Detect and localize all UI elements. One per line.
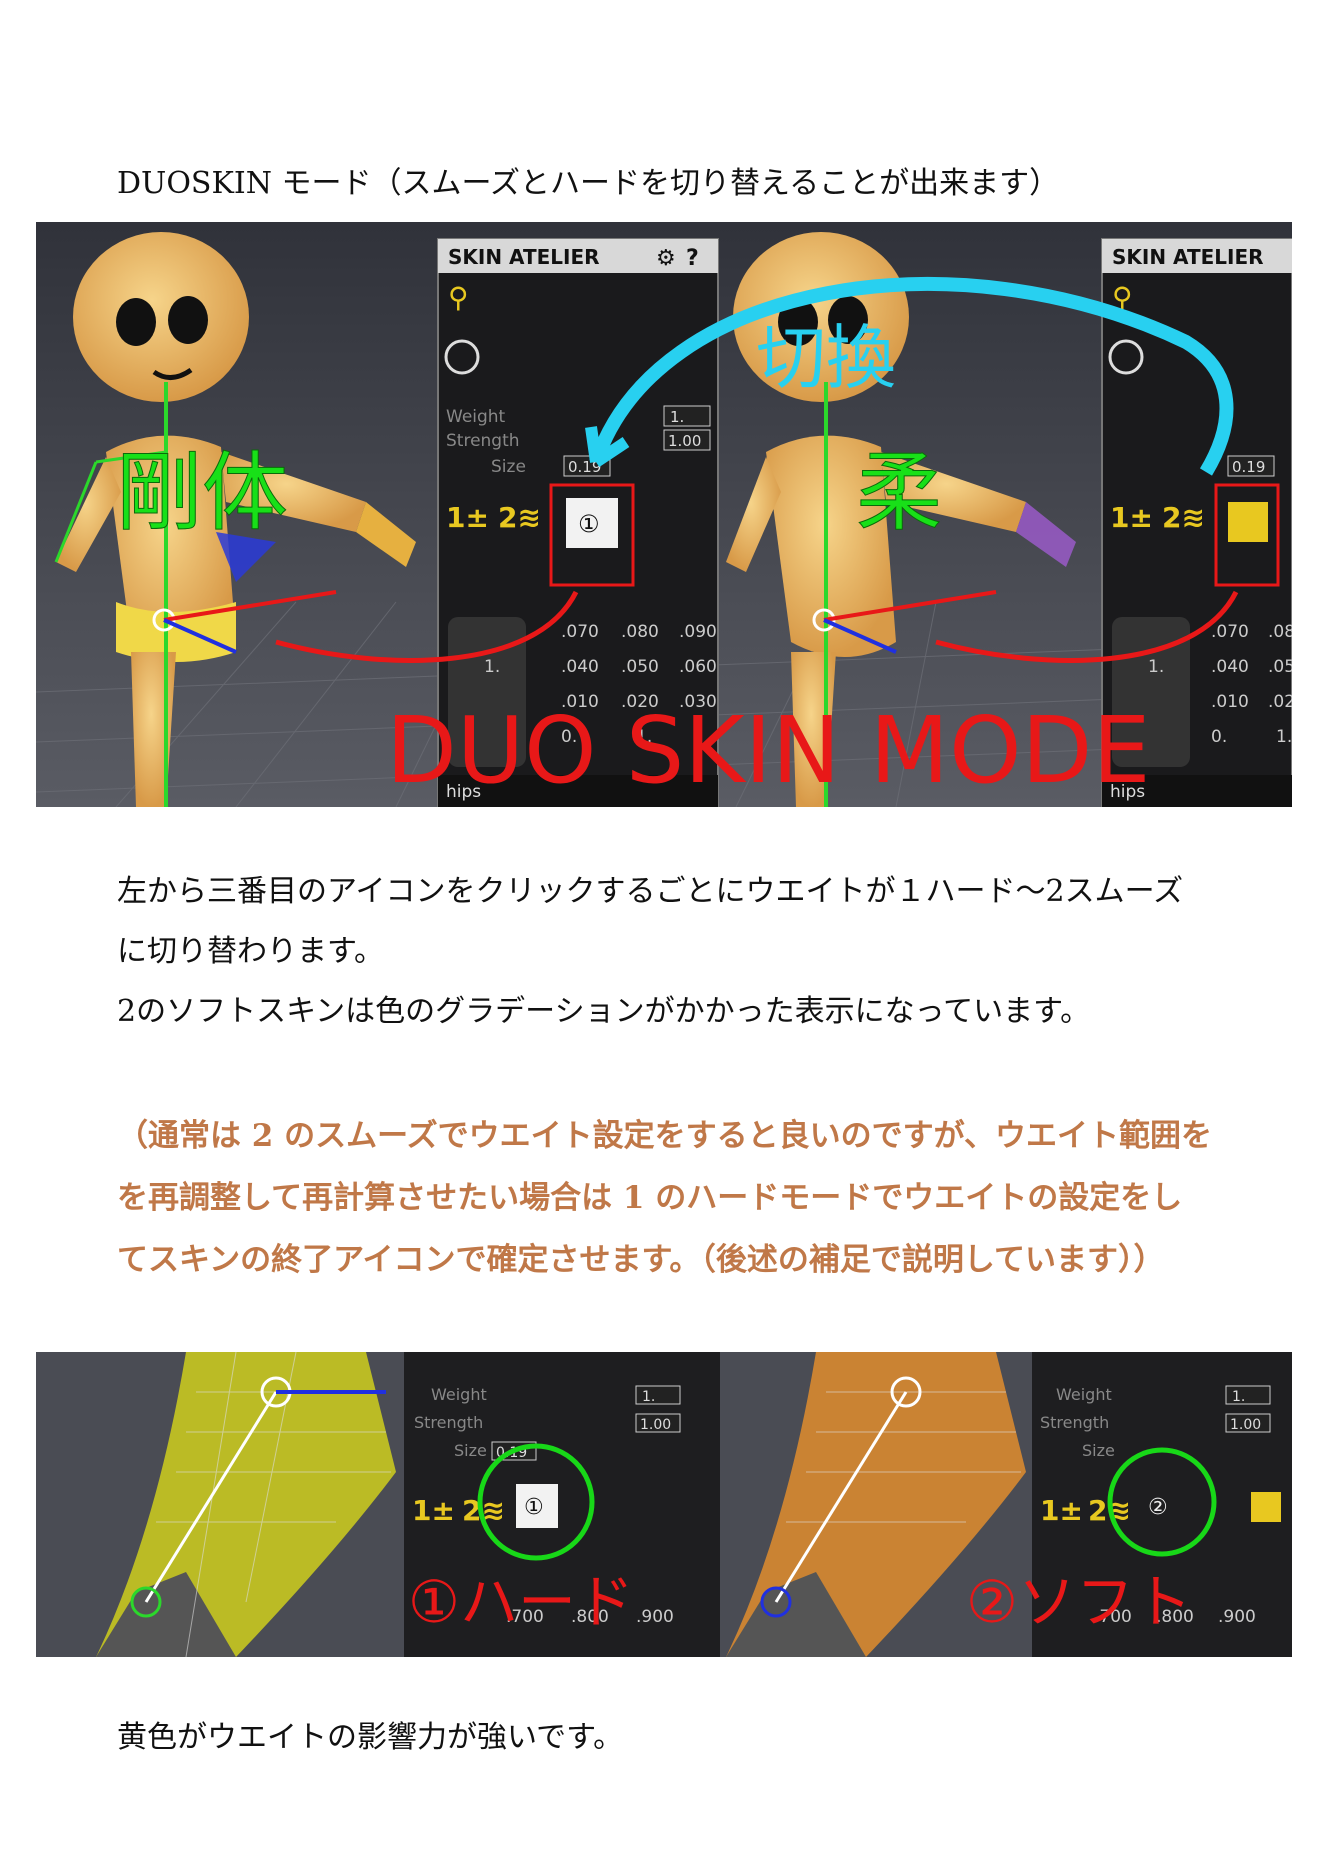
- svg-text:1.00: 1.00: [640, 1417, 671, 1433]
- body-paragraph: 左から三番目のアイコンをクリックするごとにウエイトが１ハード～2スムーズ に切り…: [117, 862, 1183, 1042]
- label-soft: ②ソフト: [966, 1568, 1192, 1636]
- duoskin-screenshot: 剛体 SKIN ATELIER ⚙ ? ⚲ Weight Strength Si…: [36, 222, 1292, 807]
- svg-text:.900: .900: [636, 1607, 674, 1627]
- body-line: 2のソフトスキンは色のグラデーションがかかった表示になっています。: [117, 994, 1091, 1029]
- svg-text:Size: Size: [1082, 1441, 1115, 1460]
- svg-text:1±: 1±: [1110, 501, 1153, 534]
- svg-text:Weight: Weight: [431, 1385, 487, 1404]
- svg-text:1±: 1±: [1040, 1494, 1083, 1527]
- svg-text:1±: 1±: [412, 1494, 455, 1527]
- svg-text:.010: .010: [1211, 692, 1249, 712]
- annotation-mode: DUO SKIN MODE: [386, 697, 1151, 804]
- svg-text:0.: 0.: [1211, 727, 1227, 747]
- svg-text:.070: .070: [1211, 622, 1249, 642]
- svg-text:.070: .070: [561, 622, 599, 642]
- svg-text:1.: 1.: [1276, 727, 1292, 747]
- gear-icon: ⚙: [656, 246, 676, 271]
- svg-text:.060: .060: [679, 657, 717, 677]
- svg-text:.090: .090: [679, 622, 717, 642]
- svg-text:0.19: 0.19: [1232, 458, 1265, 476]
- note-line: てスキンの終了アイコンで確定させます。（後述の補足で説明しています））: [117, 1242, 1165, 1278]
- svg-text:2≋: 2≋: [1162, 501, 1205, 534]
- svg-text:Weight: Weight: [1056, 1385, 1112, 1404]
- svg-text:.040: .040: [561, 657, 599, 677]
- body-line: に切り替わります。: [117, 934, 384, 969]
- svg-text:1.: 1.: [1148, 657, 1164, 677]
- note-paragraph: （通常は 2 のスムーズでウエイト設定をすると良いのですが、ウエイト範囲を を再…: [117, 1105, 1212, 1291]
- svg-text:②: ②: [1148, 1495, 1168, 1520]
- svg-text:SKIN ATELIER: SKIN ATELIER: [1112, 245, 1264, 269]
- svg-text:.05: .05: [1268, 657, 1292, 677]
- svg-text:①: ①: [578, 510, 600, 538]
- strength-label: Strength: [446, 431, 520, 451]
- annotation-switch: 切換: [756, 317, 896, 399]
- svg-text:.080: .080: [621, 622, 659, 642]
- svg-text:1.: 1.: [1232, 1389, 1245, 1405]
- brush-icon: ⚲: [448, 281, 469, 314]
- label-hard: ①ハード: [408, 1568, 634, 1636]
- hard-mode-icon: 1±: [446, 501, 489, 534]
- hard-soft-comparison-screenshot: Weight Strength Size 1. 1.00 0.19 1± 2≋ …: [36, 1352, 1292, 1657]
- svg-text:.02: .02: [1268, 692, 1292, 712]
- svg-text:Strength: Strength: [1040, 1413, 1109, 1432]
- panel-title: SKIN ATELIER: [448, 245, 600, 269]
- svg-text:.040: .040: [1211, 657, 1249, 677]
- svg-text:Size: Size: [454, 1441, 487, 1460]
- annotation-soft: 柔: [856, 443, 942, 543]
- svg-text:①: ①: [524, 1495, 544, 1520]
- note-line: を再調整して再計算させたい場合は 1 のハードモードでウエイトの設定をし: [117, 1180, 1183, 1216]
- svg-text:1.: 1.: [642, 1389, 655, 1405]
- svg-text:.050: .050: [621, 657, 659, 677]
- caption: 黄色がウエイトの影響力が強いです。: [117, 1720, 624, 1755]
- page-heading: DUOSKIN モード（スムーズとハードを切り替えることが出来ます）: [117, 166, 1060, 201]
- svg-text:.900: .900: [1218, 1607, 1256, 1627]
- weight-value: 1.: [670, 408, 684, 426]
- svg-text:Strength: Strength: [414, 1413, 483, 1432]
- svg-text:1.: 1.: [484, 657, 500, 677]
- note-line: （通常は 2 のスムーズでウエイト設定をすると良いのですが、ウエイト範囲を: [117, 1118, 1212, 1154]
- annotation-rigid: 剛体: [116, 443, 288, 543]
- soft-mode-icon: 2≋: [498, 501, 541, 534]
- weight-label: Weight: [446, 407, 506, 427]
- body-line: 左から三番目のアイコンをクリックするごとにウエイトが１ハード～2スムーズ: [117, 874, 1184, 909]
- help-icon: ?: [686, 246, 699, 271]
- size-label: Size: [491, 457, 526, 477]
- svg-text:1.00: 1.00: [1230, 1417, 1261, 1433]
- svg-text:.08: .08: [1268, 622, 1292, 642]
- strength-value: 1.00: [668, 432, 701, 450]
